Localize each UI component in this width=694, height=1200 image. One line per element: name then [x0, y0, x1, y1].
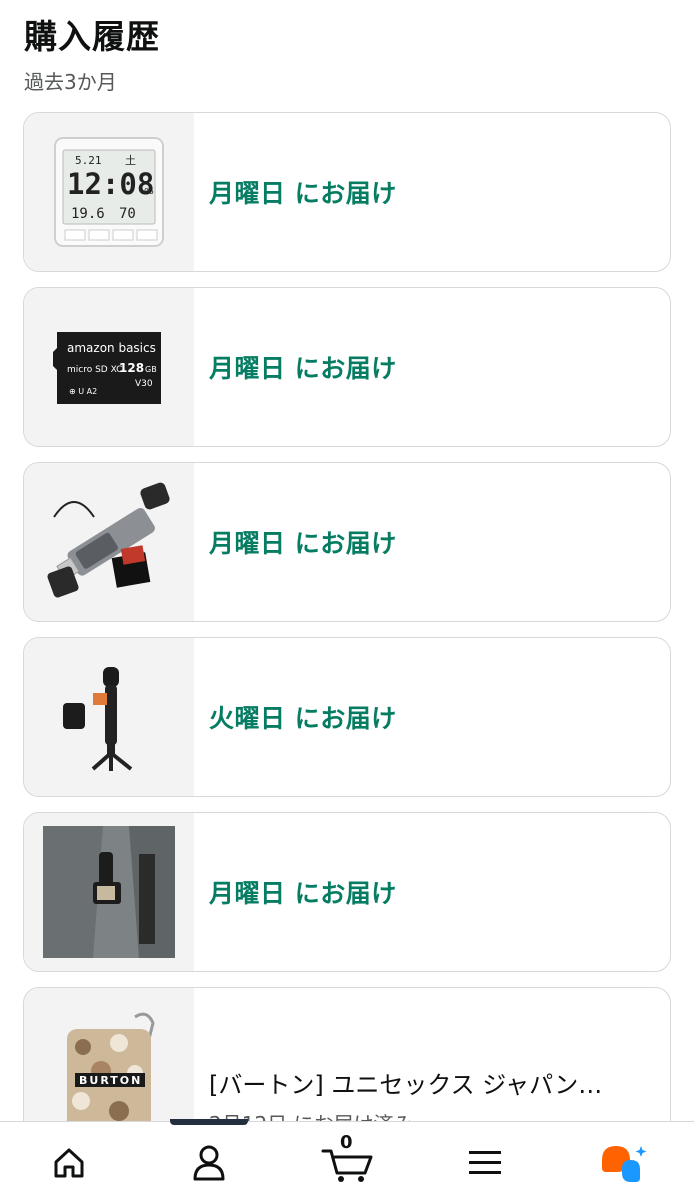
order-info: 月曜日 にお届け: [209, 813, 650, 971]
time-range-label: 過去3か月: [24, 70, 117, 94]
nav-account-button[interactable]: [184, 1140, 234, 1186]
home-icon: [54, 1148, 84, 1178]
nav-home-button[interactable]: [44, 1140, 94, 1186]
order-card[interactable]: 5.21 土 12:08 06 19.6 70 月曜日 にお届け: [23, 112, 671, 272]
delivery-status: 月曜日 にお届け: [209, 179, 397, 208]
clock-seconds: 06: [144, 187, 154, 196]
delivery-status: 月曜日 にお届け: [209, 879, 397, 908]
product-image-shoulder-mount: [24, 813, 194, 971]
delivery-status: 月曜日 にお届け: [209, 354, 397, 383]
clock-day: 土: [125, 154, 136, 167]
sd-brand: amazon basics: [67, 341, 156, 355]
product-image-digital-clock: 5.21 土 12:08 06 19.6 70: [24, 113, 194, 271]
order-list: 5.21 土 12:08 06 19.6 70 月曜日 にお届け amazon …: [23, 112, 671, 1200]
order-info: 火曜日 にお届け: [209, 638, 650, 796]
sd-unit: GB: [145, 365, 157, 374]
clock-date: 5.21: [75, 154, 102, 167]
delivery-status: 月曜日 にお届け: [209, 529, 397, 558]
product-title: [バートン] ユニセックス ジャパン…: [209, 1071, 603, 1099]
purchase-history-page: 購入履歴 過去3か月 5.21 土 12:08 06 19.6 70 月曜日 に…: [0, 0, 694, 1200]
nav-menu-button[interactable]: [460, 1140, 510, 1186]
sd-class: V30: [135, 379, 153, 389]
clock-temperature: 19.6: [71, 206, 105, 222]
pouch-brand: BURTON: [79, 1074, 142, 1087]
product-image-card-reader: [24, 463, 194, 621]
product-image-microsd-card: amazon basics micro SD XC 128 GB V30 ⊕ U…: [24, 288, 194, 446]
delivery-status: 火曜日 にお届け: [209, 704, 397, 733]
clock-humidity: 70: [119, 206, 136, 222]
nav-cart-button[interactable]: 0: [320, 1132, 376, 1186]
bottom-navigation: 0: [0, 1119, 694, 1200]
order-info: 月曜日 にお届け: [209, 463, 650, 621]
active-tab-indicator: [170, 1119, 248, 1125]
order-card[interactable]: amazon basics micro SD XC 128 GB V30 ⊕ U…: [23, 287, 671, 447]
rufus-icon: [602, 1146, 647, 1182]
svg-text:micro SD XC: micro SD XC: [67, 365, 122, 375]
page-title: 購入履歴: [24, 17, 160, 56]
cart-count-badge: 0: [340, 1132, 353, 1153]
order-card[interactable]: 火曜日 にお届け: [23, 637, 671, 797]
order-card[interactable]: 月曜日 にお届け: [23, 462, 671, 622]
sd-capacity: 128: [119, 361, 144, 375]
person-icon: [193, 1145, 225, 1181]
menu-icon: [469, 1151, 501, 1174]
nav-rufus-button[interactable]: [598, 1140, 648, 1186]
order-info: 月曜日 にお届け: [209, 113, 650, 271]
svg-text:⊕ U A2: ⊕ U A2: [69, 387, 97, 396]
clock-time: 12:08: [67, 167, 154, 201]
order-card[interactable]: 月曜日 にお届け: [23, 812, 671, 972]
order-info: 月曜日 にお届け: [209, 288, 650, 446]
product-image-pocket-camera: [24, 638, 194, 796]
page-header: 購入履歴 過去3か月: [24, 14, 160, 95]
